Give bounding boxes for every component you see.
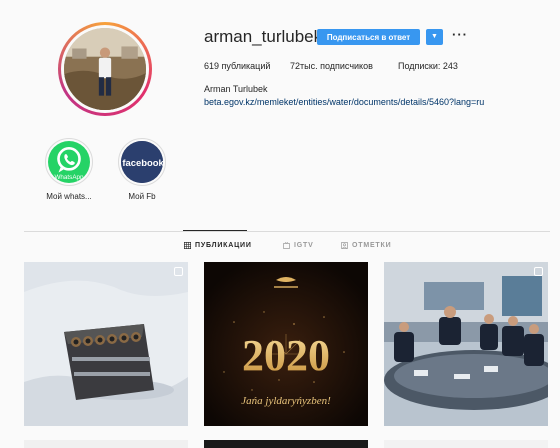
tab-tagged[interactable]: ОТМЕТКИ — [341, 242, 391, 249]
tab-igtv[interactable]: IGTV — [283, 242, 314, 249]
story-highlight-facebook[interactable]: facebook Мой Fb — [117, 138, 167, 201]
profile-full-name: Arman Turlubek — [204, 84, 268, 94]
avatar-photo — [64, 28, 146, 110]
post-thumbnail[interactable] — [384, 262, 548, 426]
grid-icon — [184, 242, 191, 249]
post-thumbnail-partial[interactable] — [24, 440, 188, 448]
tag-icon — [341, 242, 348, 249]
svg-text:facebook: facebook — [122, 158, 163, 169]
facebook-icon: facebook — [121, 141, 163, 183]
multiple-images-icon — [534, 267, 543, 276]
new-year-greeting-image: 2020 Jańa jyldaryńyzben! — [204, 262, 368, 426]
more-options-icon[interactable]: ··· — [452, 27, 468, 42]
following-count[interactable]: Подписки: 243 — [398, 61, 458, 71]
story-highlight-whatsapp[interactable]: WhatsApp Мой whats... — [44, 138, 94, 201]
bio-link[interactable]: beta.egov.kz/memleket/entities/water/doc… — [204, 97, 484, 107]
svg-text:2020: 2020 — [242, 331, 330, 380]
chevron-down-icon[interactable]: ▼ — [426, 29, 443, 45]
svg-text:WhatsApp: WhatsApp — [54, 174, 84, 181]
tab-posts[interactable]: ПУБЛИКАЦИИ — [184, 242, 252, 249]
tv-icon — [283, 242, 290, 249]
multiple-images-icon — [174, 267, 183, 276]
followers-count[interactable]: 72тыс. подписчиков — [290, 61, 373, 71]
meeting-photo — [384, 262, 548, 426]
follow-back-button[interactable]: Подписаться в ответ — [317, 29, 420, 45]
post-thumbnail[interactable]: 2020 Jańa jyldaryńyzben! — [204, 262, 368, 426]
active-tab-indicator — [183, 230, 247, 231]
highlight-label: Мой Fb — [128, 192, 156, 201]
profile-username: arman_turlubek — [204, 27, 323, 46]
tabs-divider — [24, 231, 550, 232]
whatsapp-icon: WhatsApp — [48, 141, 90, 183]
post-thumbnail-partial[interactable] — [384, 440, 548, 448]
snow-fireworks-photo — [24, 262, 188, 426]
post-thumbnail[interactable] — [24, 262, 188, 426]
svg-text:Jańa jyldaryńyzben!: Jańa jyldaryńyzben! — [241, 395, 331, 407]
post-thumbnail-partial[interactable] — [204, 440, 368, 448]
highlight-label: Мой whats... — [46, 192, 92, 201]
avatar — [64, 28, 146, 110]
posts-count: 619 публикаций — [204, 61, 271, 71]
profile-avatar-ring[interactable] — [58, 22, 152, 116]
